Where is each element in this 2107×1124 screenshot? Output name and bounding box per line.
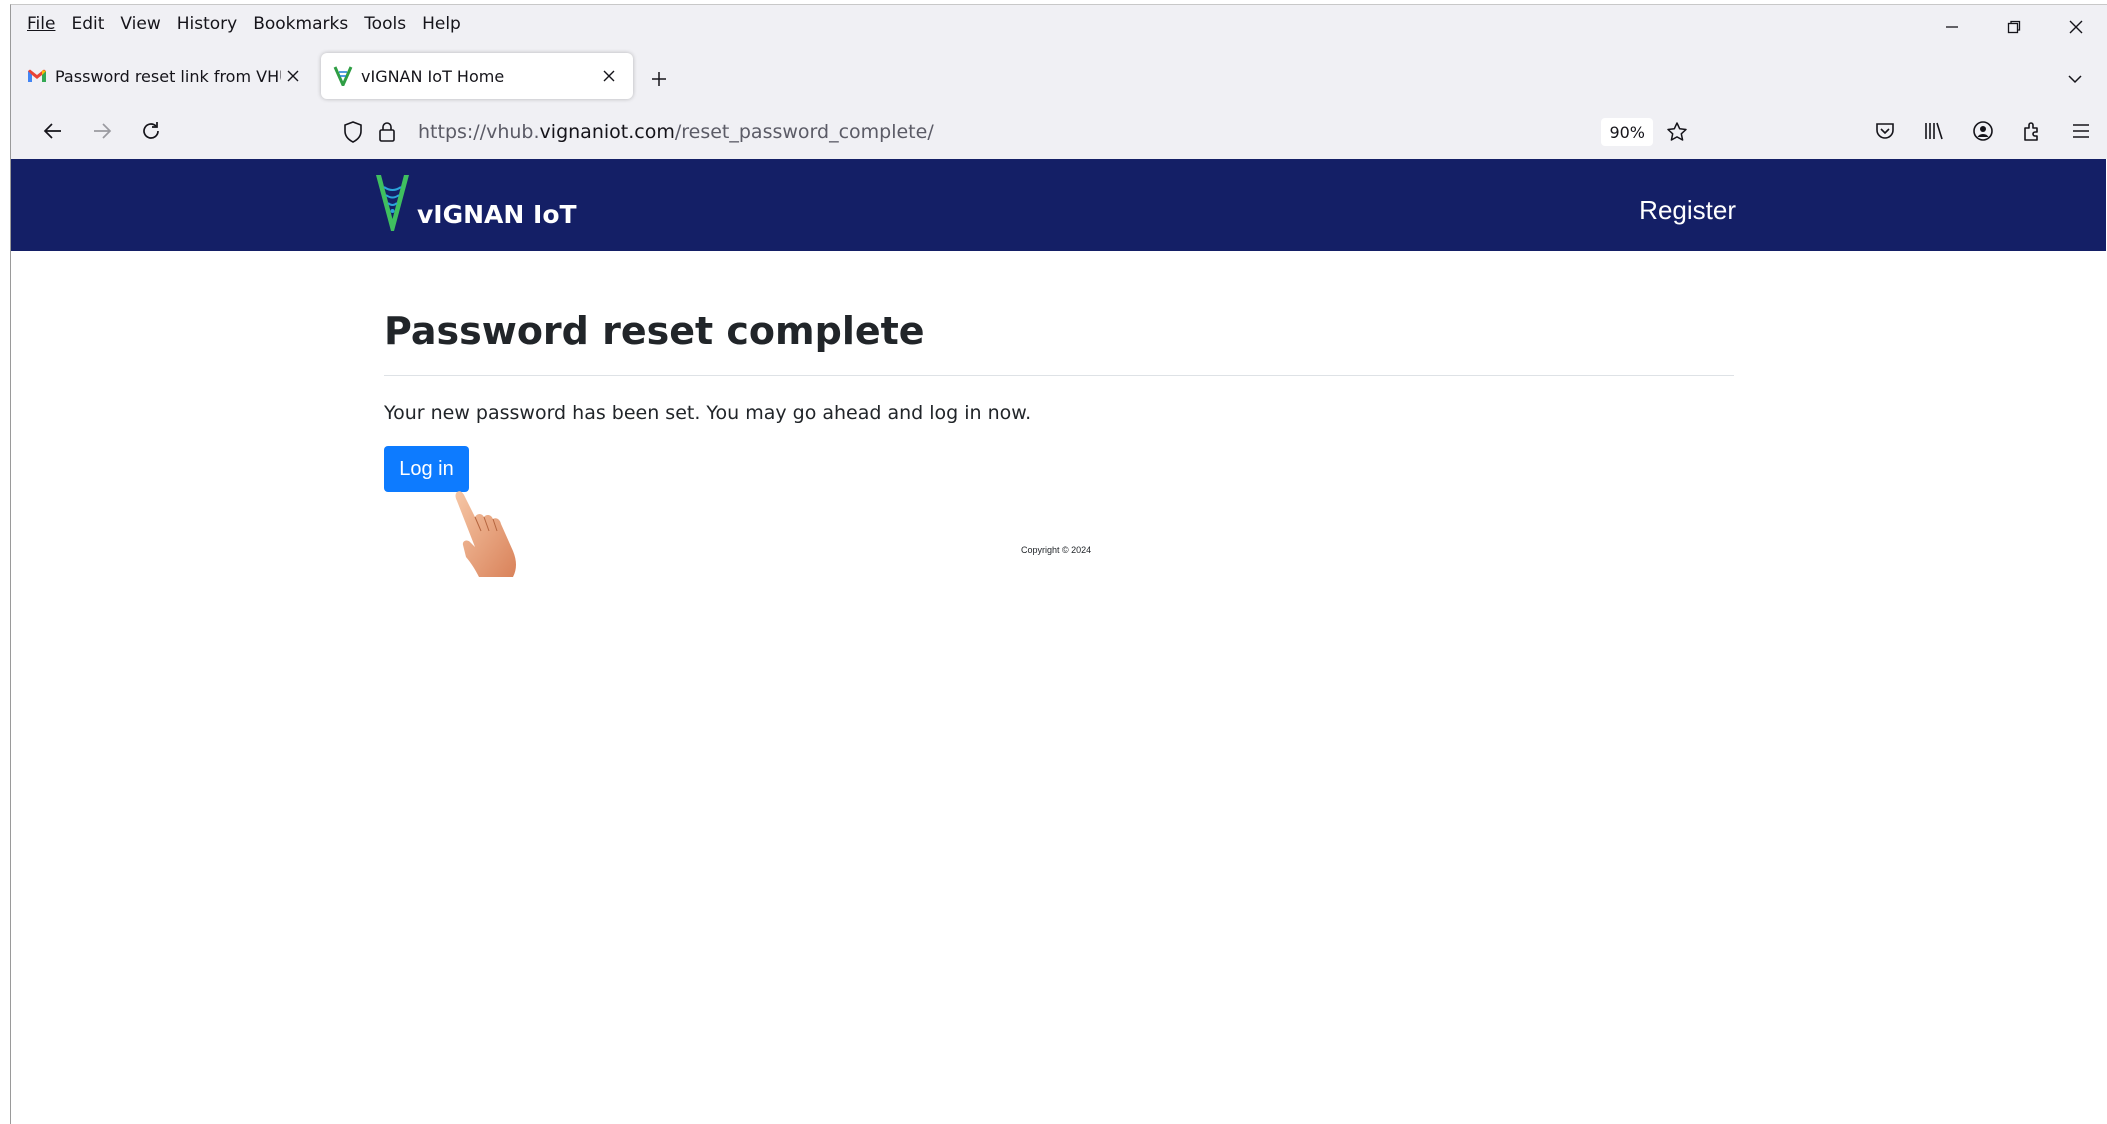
chevron-down-icon (2068, 75, 2082, 84)
menu-history[interactable]: History (169, 14, 245, 34)
menu-help[interactable]: Help (414, 14, 469, 34)
tab-close-button[interactable] (597, 64, 621, 88)
back-button[interactable] (35, 113, 71, 149)
close-icon (603, 70, 615, 82)
forward-button[interactable] (84, 113, 120, 149)
tracking-protection-button[interactable] (336, 115, 370, 149)
arrow-left-icon (43, 123, 61, 139)
site-security-button[interactable] (370, 115, 404, 149)
minimize-button[interactable] (1921, 5, 1983, 49)
vignan-logo-icon (376, 175, 409, 231)
window-controls (1921, 5, 2107, 49)
page-title: Password reset complete (384, 309, 925, 353)
brand-link[interactable]: vIGNAN IoT (373, 173, 577, 233)
tab-vignan-home[interactable]: vIGNAN IoT Home (321, 53, 633, 99)
register-link[interactable]: Register (1639, 195, 1736, 226)
library-button[interactable] (1916, 113, 1952, 149)
menu-edit[interactable]: Edit (63, 14, 112, 34)
pocket-button[interactable] (1867, 113, 1903, 149)
tab-gmail[interactable]: Password reset link from VHUB.V (15, 53, 317, 99)
success-message: Your new password has been set. You may … (384, 402, 1032, 424)
menu-bookmarks[interactable]: Bookmarks (245, 14, 356, 34)
browser-window: File Edit View History Bookmarks Tools H… (10, 4, 2107, 1124)
divider (384, 375, 1734, 376)
menu-bar: File Edit View History Bookmarks Tools H… (19, 9, 469, 39)
brand-name: vIGNAN IoT (417, 200, 577, 229)
login-button[interactable]: Log in (384, 446, 469, 492)
tab-strip: Password reset link from VHUB.V vIGNAN I… (11, 51, 2107, 101)
close-window-button[interactable] (2045, 5, 2107, 49)
close-icon (287, 70, 299, 82)
reload-icon (143, 122, 159, 139)
close-icon (2069, 20, 2083, 34)
arrow-right-icon (94, 123, 112, 139)
plus-icon (652, 72, 666, 86)
pointing-hand-icon (455, 491, 516, 577)
browser-chrome: File Edit View History Bookmarks Tools H… (11, 5, 2107, 159)
extensions-button[interactable] (2014, 113, 2050, 149)
menu-file[interactable]: File (19, 14, 63, 34)
zoom-level-button[interactable]: 90% (1601, 118, 1653, 146)
pocket-icon (1876, 123, 1894, 139)
new-tab-button[interactable] (641, 61, 677, 97)
hamburger-icon (2073, 124, 2089, 138)
shield-icon (344, 121, 362, 143)
account-button[interactable] (1965, 113, 2001, 149)
restore-icon (2007, 20, 2021, 34)
tab-close-button[interactable] (281, 64, 305, 88)
lock-icon (379, 122, 395, 142)
web-page: vIGNAN IoT Register Password reset compl… (11, 159, 2107, 1124)
menu-tools[interactable]: Tools (356, 14, 414, 34)
address-bar[interactable]: https://vhub.vignaniot.com/reset_passwor… (326, 112, 1701, 152)
site-header: vIGNAN IoT Register (11, 159, 2106, 251)
navigation-toolbar: https://vhub.vignaniot.com/reset_passwor… (11, 103, 2107, 159)
menu-view[interactable]: View (112, 14, 168, 34)
vignan-favicon (333, 66, 353, 86)
app-menu-button[interactable] (2063, 113, 2099, 149)
main-content: Password reset complete Your new passwor… (384, 309, 1734, 492)
restore-button[interactable] (1983, 5, 2045, 49)
library-icon (1925, 122, 1943, 140)
star-icon (1667, 122, 1687, 141)
tab-label: Password reset link from VHUB.V (55, 66, 281, 86)
puzzle-icon (2024, 122, 2038, 141)
gmail-icon (28, 69, 46, 82)
bookmark-star-button[interactable] (1661, 116, 1693, 148)
list-all-tabs-button[interactable] (2057, 61, 2093, 97)
reload-button[interactable] (133, 113, 169, 149)
minimize-icon (1946, 26, 1958, 28)
copyright-text: Copyright © 2024 (1021, 545, 1092, 555)
account-icon (1973, 121, 1993, 141)
tab-label: vIGNAN IoT Home (361, 66, 505, 86)
url-text[interactable]: https://vhub.vignaniot.com/reset_passwor… (418, 121, 934, 143)
